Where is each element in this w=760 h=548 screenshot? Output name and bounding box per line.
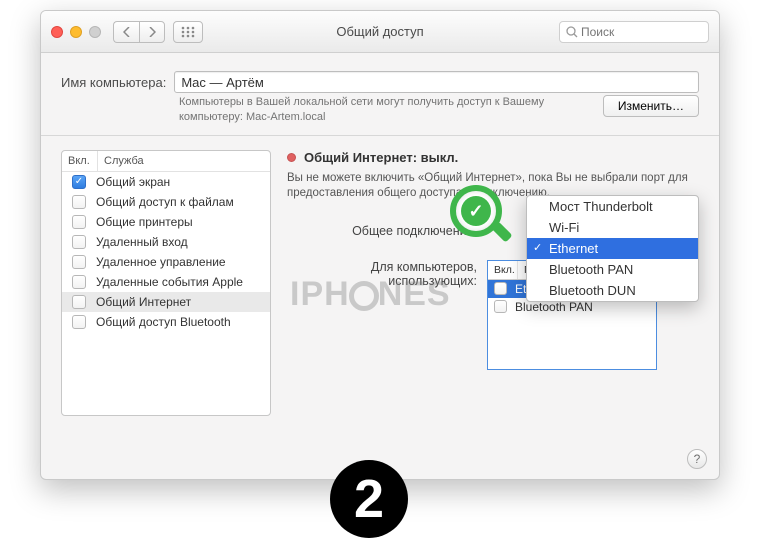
zoom-icon[interactable] xyxy=(89,26,101,38)
checkbox[interactable] xyxy=(72,295,86,309)
service-row[interactable]: Удаленное управление xyxy=(62,252,270,272)
port-label: Bluetooth PAN xyxy=(515,300,593,314)
content: Имя компьютера: Компьютеры в Вашей локал… xyxy=(41,53,719,432)
edit-button[interactable]: Изменить… xyxy=(603,95,699,117)
computer-name-input[interactable] xyxy=(174,71,699,93)
service-row[interactable]: Общий доступ Bluetooth xyxy=(62,312,270,332)
services-header: Вкл. Служба xyxy=(62,151,270,172)
status-label: Общий Интернет: выкл. xyxy=(304,150,458,165)
search-field[interactable] xyxy=(559,21,709,43)
service-label: Общий доступ Bluetooth xyxy=(96,315,231,329)
checkbox[interactable] xyxy=(72,275,86,289)
dropdown-item[interactable]: Wi-Fi xyxy=(527,217,698,238)
col-on: Вкл. xyxy=(62,151,98,171)
service-label: Удаленное управление xyxy=(96,255,226,269)
close-icon[interactable] xyxy=(51,26,63,38)
service-row[interactable]: Удаленные события Apple xyxy=(62,272,270,292)
status-off-icon xyxy=(287,153,296,162)
col-service: Служба xyxy=(98,151,270,171)
titlebar: Общий доступ xyxy=(41,11,719,53)
help-button[interactable]: ? xyxy=(687,449,707,469)
highlight-badge: ✓ xyxy=(450,185,512,247)
dropdown-item[interactable]: Bluetooth PAN xyxy=(527,259,698,280)
checkbox[interactable] xyxy=(72,195,86,209)
service-label: Общие принтеры xyxy=(96,215,193,229)
search-icon xyxy=(566,26,578,38)
share-from-dropdown[interactable]: Мост ThunderboltWi-FiEthernetBluetooth P… xyxy=(526,195,699,302)
service-label: Удаленный вход xyxy=(96,235,188,249)
services-list: Вкл. Служба Общий экран Общий доступ к фа… xyxy=(61,150,271,416)
computer-name-subtext: Компьютеры в Вашей локальной сети могут … xyxy=(179,95,595,125)
checkbox[interactable] xyxy=(72,255,86,269)
checkbox[interactable] xyxy=(72,315,86,329)
service-row[interactable]: Общий доступ к файлам xyxy=(62,192,270,212)
share-from-label: Общее подключение: xyxy=(287,224,477,238)
checkbox[interactable] xyxy=(494,300,507,313)
back-button[interactable] xyxy=(113,21,139,43)
service-label: Общий экран xyxy=(96,175,170,189)
dropdown-item[interactable]: Ethernet xyxy=(527,238,698,259)
service-row[interactable]: Общие принтеры xyxy=(62,212,270,232)
traffic-lights xyxy=(51,26,101,38)
forward-button[interactable] xyxy=(139,21,165,43)
nav-segment xyxy=(113,21,165,43)
step-number-badge: 2 xyxy=(330,460,408,538)
service-row[interactable]: Общий экран xyxy=(62,172,270,192)
checkbox[interactable] xyxy=(72,175,86,189)
check-icon: ✓ xyxy=(461,196,491,226)
computer-name-label: Имя компьютера: xyxy=(61,75,166,90)
checkbox[interactable] xyxy=(72,235,86,249)
service-row[interactable]: Удаленный вход xyxy=(62,232,270,252)
service-row[interactable]: Общий Интернет xyxy=(62,292,270,312)
search-input[interactable] xyxy=(581,25,702,39)
show-all-button[interactable] xyxy=(173,21,203,43)
service-label: Общий доступ к файлам xyxy=(96,195,234,209)
minimize-icon[interactable] xyxy=(70,26,82,38)
watermark: IPHNES xyxy=(290,275,451,314)
dropdown-item[interactable]: Мост Thunderbolt xyxy=(527,196,698,217)
checkbox[interactable] xyxy=(72,215,86,229)
ports-col-on: Вкл. xyxy=(488,261,518,279)
dropdown-item[interactable]: Bluetooth DUN xyxy=(527,280,698,301)
sharing-window: Общий доступ Имя компьютера: Компьютеры … xyxy=(40,10,720,480)
service-label: Удаленные события Apple xyxy=(96,275,243,289)
checkbox[interactable] xyxy=(494,282,507,295)
service-label: Общий Интернет xyxy=(96,295,191,309)
